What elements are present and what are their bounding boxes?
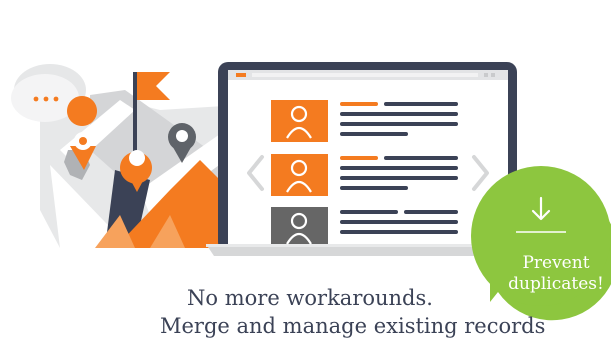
badge-label-2: duplicates! [508,274,604,294]
caption-line-1: No more workarounds. [187,286,433,310]
prevent-duplicates-badge[interactable] [471,166,611,321]
badge-label-1: Prevent [522,253,590,273]
caption-line-2: Merge and manage existing records [160,314,546,338]
